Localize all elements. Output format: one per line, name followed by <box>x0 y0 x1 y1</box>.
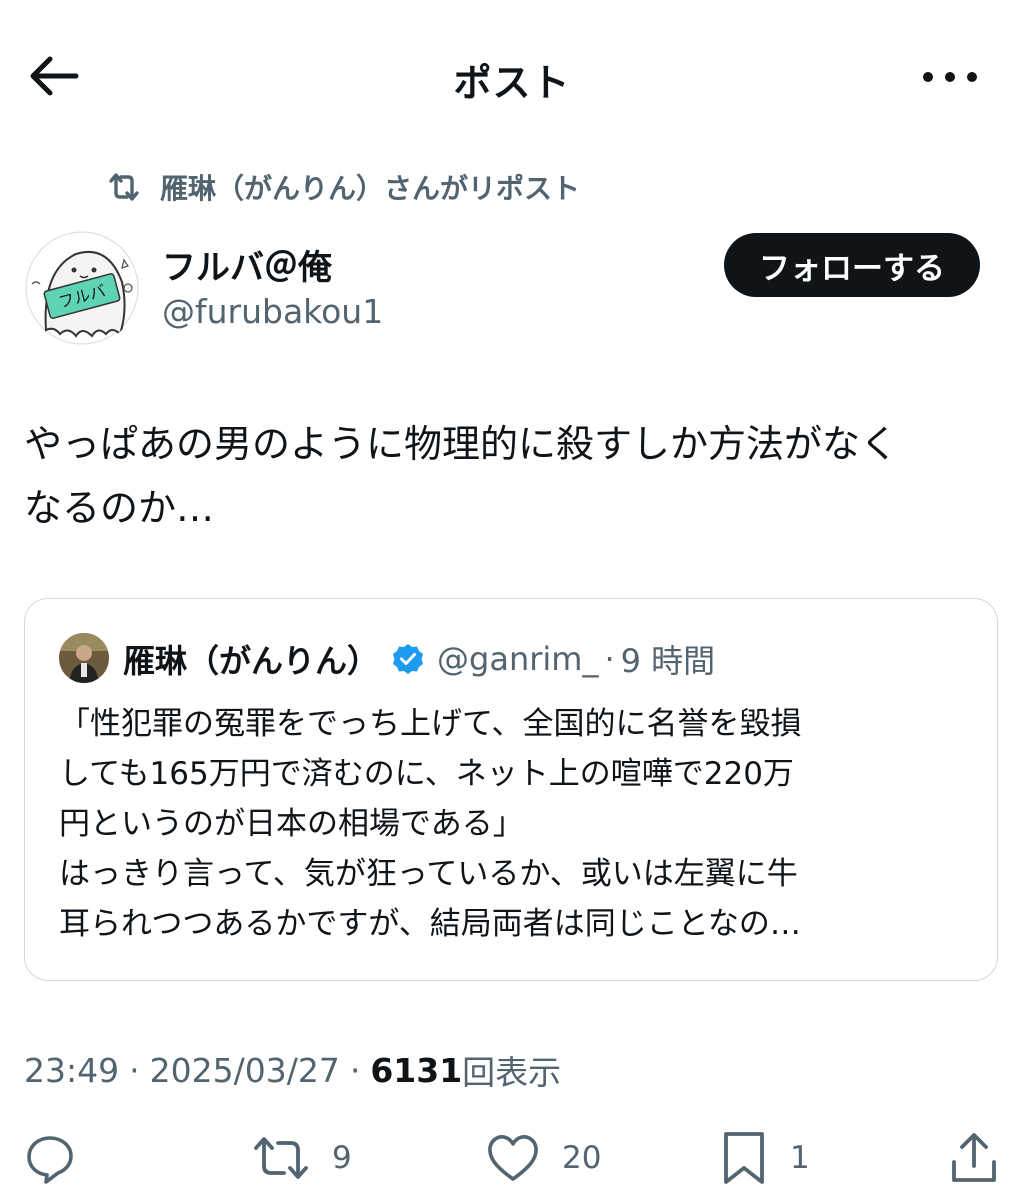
verified-badge-icon <box>393 644 424 674</box>
author-handle[interactable]: @furubakou1 <box>162 292 383 331</box>
quoted-separator: · <box>604 640 615 678</box>
post-date: 2025/03/27 <box>149 1050 340 1090</box>
follow-button-label: フォローする <box>759 250 945 287</box>
reply-button[interactable] <box>24 1130 98 1186</box>
meta-separator: · <box>129 1050 140 1090</box>
bookmark-count: 1 <box>790 1140 810 1176</box>
heart-icon <box>488 1135 538 1181</box>
author-avatar[interactable]: フルバ <box>24 230 140 346</box>
quoted-post-text: 「性犯罪の冤罪をでっち上げて、全国的に名誉を毀損 しても165万円で済むのに、ネ… <box>59 706 802 942</box>
meta-separator: · <box>349 1050 361 1090</box>
like-button[interactable]: 20 <box>486 1130 601 1186</box>
repost-count: 9 <box>332 1140 352 1176</box>
views-count[interactable]: 6131 <box>370 1051 462 1090</box>
repost-context-label: 雁琳（がんりん）さんがリポスト <box>160 172 581 205</box>
repost-icon <box>254 1137 308 1179</box>
repost-context[interactable]: 雁琳（がんりん）さんがリポスト <box>104 166 580 208</box>
quoted-post-card[interactable]: 雁琳（がんりん） @ganrim_ · 9 時間 「性犯罪の冤罪をでっち上げて、… <box>24 598 998 981</box>
quoted-avatar-image <box>59 633 109 683</box>
follow-button[interactable]: フォローする <box>724 233 980 297</box>
quoted-author-avatar[interactable] <box>59 633 109 683</box>
like-count: 20 <box>562 1140 602 1176</box>
views-label: 回表示 <box>462 1053 562 1092</box>
author-name[interactable]: フルバ＠俺 <box>162 240 332 289</box>
quoted-author-handle: @ganrim_ <box>437 640 599 678</box>
share-button[interactable] <box>948 1130 1000 1186</box>
top-bar: ポスト <box>0 0 1024 150</box>
bookmark-button[interactable]: 1 <box>720 1130 810 1186</box>
page-title: ポスト <box>453 61 571 105</box>
avatar-image: フルバ <box>24 230 140 346</box>
repost-button[interactable]: 9 <box>252 1130 352 1186</box>
quoted-post-time: 9 時間 <box>620 642 716 680</box>
quoted-author-name[interactable]: 雁琳（がんりん） <box>123 636 379 682</box>
post-time: 23:49 <box>24 1050 120 1090</box>
reply-icon <box>27 1136 73 1184</box>
share-icon <box>952 1133 996 1182</box>
post-text: やっぱあの男のように物理的に殺すしか方法がなく なるのか… <box>24 422 899 530</box>
quoted-post-header: 雁琳（がんりん） @ganrim_ · 9 時間 <box>123 635 715 683</box>
more-options-button[interactable] <box>920 58 980 96</box>
repost-icon <box>109 173 139 201</box>
post-meta: 23:49 · 2025/03/27 · 6131 回表示 <box>24 1046 561 1094</box>
bookmark-icon <box>724 1132 764 1184</box>
more-dots-icon <box>923 72 977 82</box>
